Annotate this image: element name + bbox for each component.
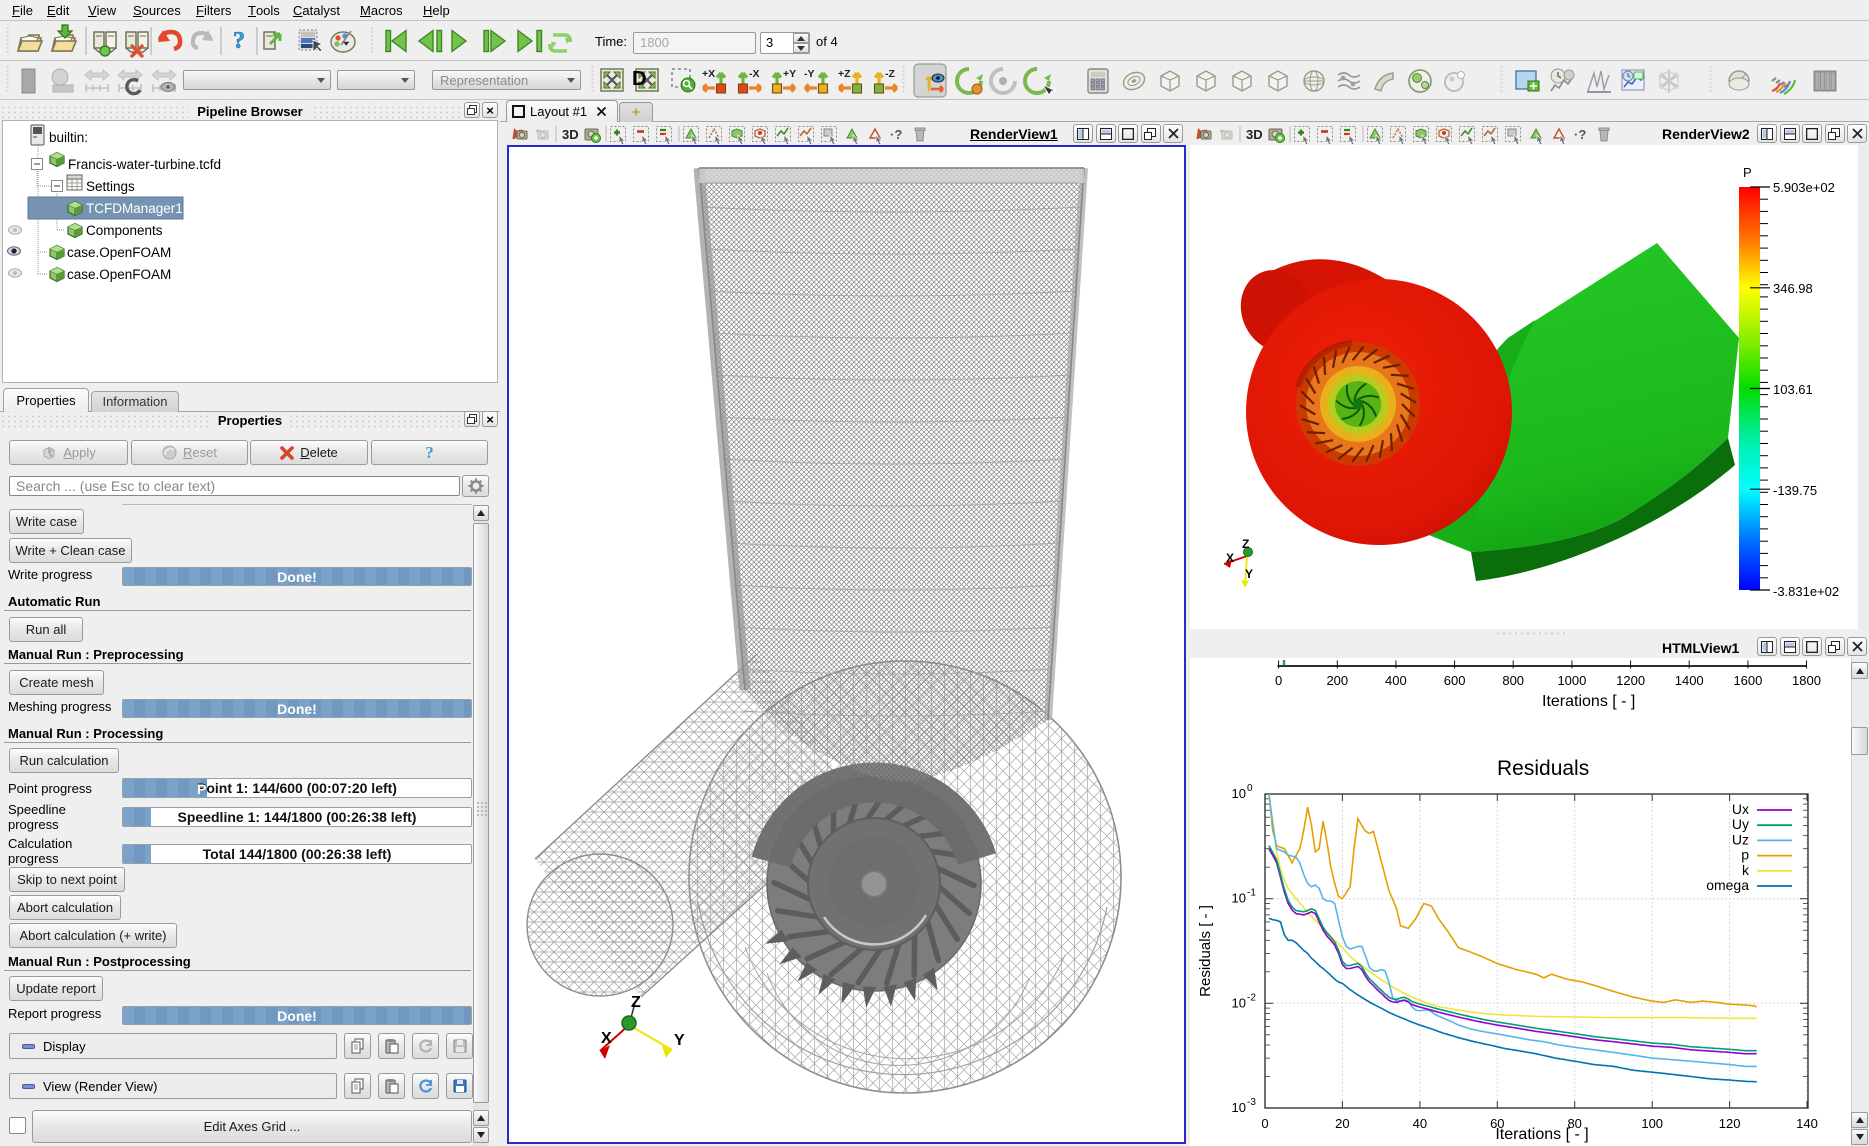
svg-text:400: 400 <box>1385 673 1407 688</box>
svg-text:Residuals: Residuals <box>1497 757 1589 780</box>
svg-text:Iterations [ - ]: Iterations [ - ] <box>1495 1126 1588 1143</box>
svg-text:0: 0 <box>1261 1116 1268 1131</box>
svg-text:-X: -X <box>749 68 760 80</box>
svg-text:X: X <box>601 1030 612 1047</box>
svg-text:-Y: -Y <box>804 68 815 80</box>
svg-text:1600: 1600 <box>1733 673 1762 688</box>
svg-text:Z: Z <box>1242 537 1249 551</box>
svg-text:Y: Y <box>674 1032 685 1049</box>
svg-text:+Y: +Y <box>783 68 796 80</box>
svg-text:case.OpenFOAM: case.OpenFOAM <box>67 267 171 282</box>
svg-text:800: 800 <box>1502 673 1524 688</box>
svg-text:Francis-water-turbine.tcfd: Francis-water-turbine.tcfd <box>68 157 221 172</box>
svg-text:-3.831e+02: -3.831e+02 <box>1773 584 1839 599</box>
svg-text:Uy: Uy <box>1732 816 1749 832</box>
svg-text:10: 10 <box>1232 995 1246 1010</box>
svg-text:P: P <box>1743 165 1752 180</box>
svg-text:+Z: +Z <box>838 68 851 80</box>
svg-text:100: 100 <box>1641 1116 1663 1131</box>
svg-text:3D: 3D <box>562 127 579 142</box>
svg-text:200: 200 <box>1326 673 1348 688</box>
svg-text:Ux: Ux <box>1732 801 1749 817</box>
svg-text:10: 10 <box>1232 891 1246 906</box>
svg-text:k: k <box>1742 862 1750 878</box>
svg-text:D: D <box>632 68 646 90</box>
svg-text:Y: Y <box>1245 567 1253 581</box>
svg-text:120: 120 <box>1719 1116 1741 1131</box>
svg-text:3D: 3D <box>1246 127 1263 142</box>
svg-text:Residuals [ - ]: Residuals [ - ] <box>1197 905 1214 997</box>
svg-text:0: 0 <box>1275 673 1282 688</box>
svg-text:1800: 1800 <box>1792 673 1821 688</box>
svg-text:case.OpenFOAM: case.OpenFOAM <box>67 245 171 260</box>
svg-text:+X: +X <box>702 68 715 80</box>
svg-text:-3: -3 <box>1247 1097 1256 1108</box>
svg-text:1000: 1000 <box>1557 673 1586 688</box>
svg-text:40: 40 <box>1413 1116 1427 1131</box>
svg-text:Z: Z <box>631 994 641 1011</box>
svg-text:140: 140 <box>1796 1116 1818 1131</box>
svg-text:·?: ·? <box>1574 127 1586 142</box>
svg-text:Settings: Settings <box>86 179 135 194</box>
svg-text:-2: -2 <box>1247 992 1256 1003</box>
svg-text:omega: omega <box>1706 877 1749 893</box>
svg-text:5.903e+02: 5.903e+02 <box>1773 180 1835 195</box>
svg-text:·?: ·? <box>890 127 902 142</box>
svg-text:10: 10 <box>1232 1100 1246 1115</box>
svg-text:-1: -1 <box>1247 888 1256 899</box>
svg-text:?: ? <box>233 28 245 54</box>
svg-text:10: 10 <box>1232 786 1246 801</box>
svg-text:X: X <box>1226 551 1234 565</box>
svg-text:Components: Components <box>86 223 163 238</box>
svg-text:-139.75: -139.75 <box>1773 483 1817 498</box>
svg-text:1400: 1400 <box>1675 673 1704 688</box>
svg-text:TCFDManager1: TCFDManager1 <box>86 201 183 216</box>
svg-text:-Z: -Z <box>885 68 895 80</box>
svg-text:Iterations [ - ]: Iterations [ - ] <box>1542 693 1635 710</box>
svg-text:p: p <box>1741 847 1749 863</box>
svg-text:Uz: Uz <box>1732 831 1749 847</box>
svg-text:346.98: 346.98 <box>1773 281 1813 296</box>
svg-text:builtin:: builtin: <box>49 130 88 145</box>
svg-text:103.61: 103.61 <box>1773 382 1813 397</box>
svg-text:0: 0 <box>1247 783 1253 794</box>
svg-text:1200: 1200 <box>1616 673 1645 688</box>
svg-text:20: 20 <box>1335 1116 1349 1131</box>
svg-text:600: 600 <box>1444 673 1466 688</box>
